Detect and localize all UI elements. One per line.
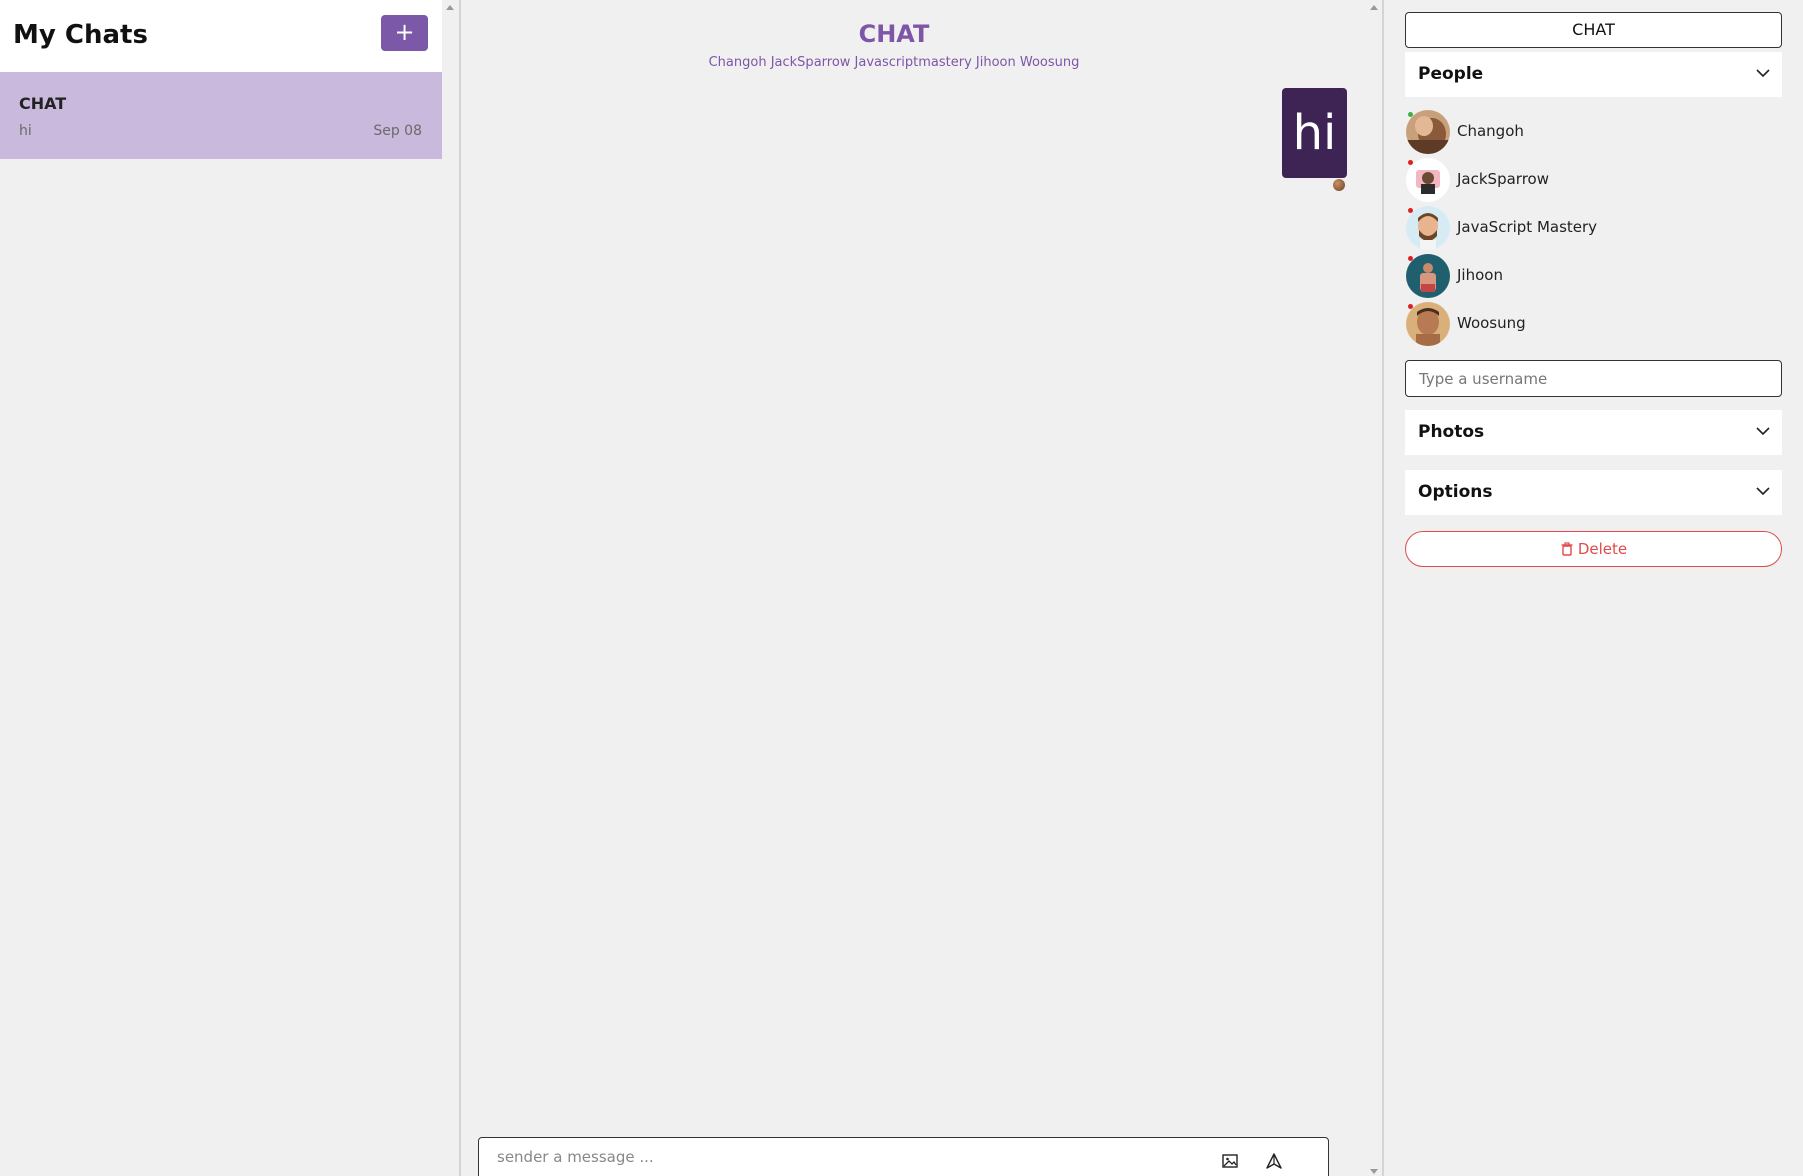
offline-status-dot: [1408, 208, 1413, 213]
person-row[interactable]: JackSparrow: [1406, 158, 1706, 202]
people-section-label: People: [1418, 64, 1484, 84]
person-row[interactable]: Jihoon: [1406, 254, 1706, 298]
person-name: JavaScript Mastery: [1457, 218, 1598, 236]
trash-icon: [1561, 542, 1573, 556]
online-status-dot: [1408, 112, 1413, 117]
new-chat-button[interactable]: +: [381, 15, 428, 51]
chat-title-field[interactable]: CHAT: [1405, 12, 1782, 48]
chat-feed: CHAT Changoh JackSparrow Javascriptmaste…: [461, 0, 1382, 1176]
person-row[interactable]: JavaScript Mastery: [1406, 206, 1706, 250]
chat-card-preview: hi: [19, 123, 32, 139]
delete-chat-button[interactable]: Delete: [1405, 531, 1782, 567]
scroll-up-arrow-icon[interactable]: [1370, 5, 1378, 10]
photos-section-label: Photos: [1418, 422, 1485, 442]
people-section-header[interactable]: People: [1405, 52, 1782, 97]
person-name: Changoh: [1457, 122, 1524, 140]
read-receipt-avatar: [1333, 179, 1345, 191]
person-name: Woosung: [1457, 314, 1526, 332]
chat-list-header: My Chats +: [0, 0, 442, 72]
offline-status-dot: [1408, 160, 1413, 165]
scroll-up-arrow-icon[interactable]: [446, 5, 454, 10]
offline-status-dot: [1408, 304, 1413, 309]
chat-members-subtitle: Changoh JackSparrow Javascriptmastery Ji…: [708, 55, 1080, 70]
chat-list-title: My Chats: [13, 20, 148, 50]
avatar: [1406, 206, 1450, 250]
person-row[interactable]: Woosung: [1406, 302, 1706, 346]
chat-settings-panel: CHAT People Changoh JackSparrow JavaScri…: [1384, 0, 1803, 1176]
person-row[interactable]: Changoh: [1406, 110, 1706, 154]
chevron-down-icon: [1756, 427, 1770, 436]
add-username-input[interactable]: [1405, 360, 1782, 397]
person-name: Jihoon: [1457, 266, 1503, 284]
message-composer: [478, 1137, 1329, 1176]
message-bubble: hi: [1282, 88, 1347, 178]
chevron-down-icon: [1756, 487, 1770, 496]
chevron-down-icon: [1756, 69, 1770, 78]
options-section-label: Options: [1418, 482, 1493, 502]
image-icon[interactable]: [1221, 1152, 1239, 1170]
message-input[interactable]: [497, 1148, 1197, 1166]
photos-section-header[interactable]: Photos: [1405, 410, 1782, 455]
avatar: [1406, 254, 1450, 298]
avatar: [1406, 158, 1450, 202]
delete-label: Delete: [1577, 540, 1628, 558]
chat-card-title: CHAT: [19, 94, 67, 113]
person-name: JackSparrow: [1457, 170, 1549, 188]
chat-card[interactable]: CHAT hi Sep 08: [0, 72, 442, 159]
options-section-header[interactable]: Options: [1405, 470, 1782, 515]
scroll-down-arrow-icon[interactable]: [1370, 1169, 1378, 1174]
avatar: [1406, 110, 1450, 154]
send-icon[interactable]: [1265, 1152, 1283, 1170]
chat-list-panel: My Chats + CHAT hi Sep 08: [0, 0, 454, 1176]
offline-status-dot: [1408, 256, 1413, 261]
avatar: [1406, 302, 1450, 346]
chat-card-date: Sep 08: [373, 123, 422, 139]
chat-title: CHAT: [858, 20, 930, 48]
